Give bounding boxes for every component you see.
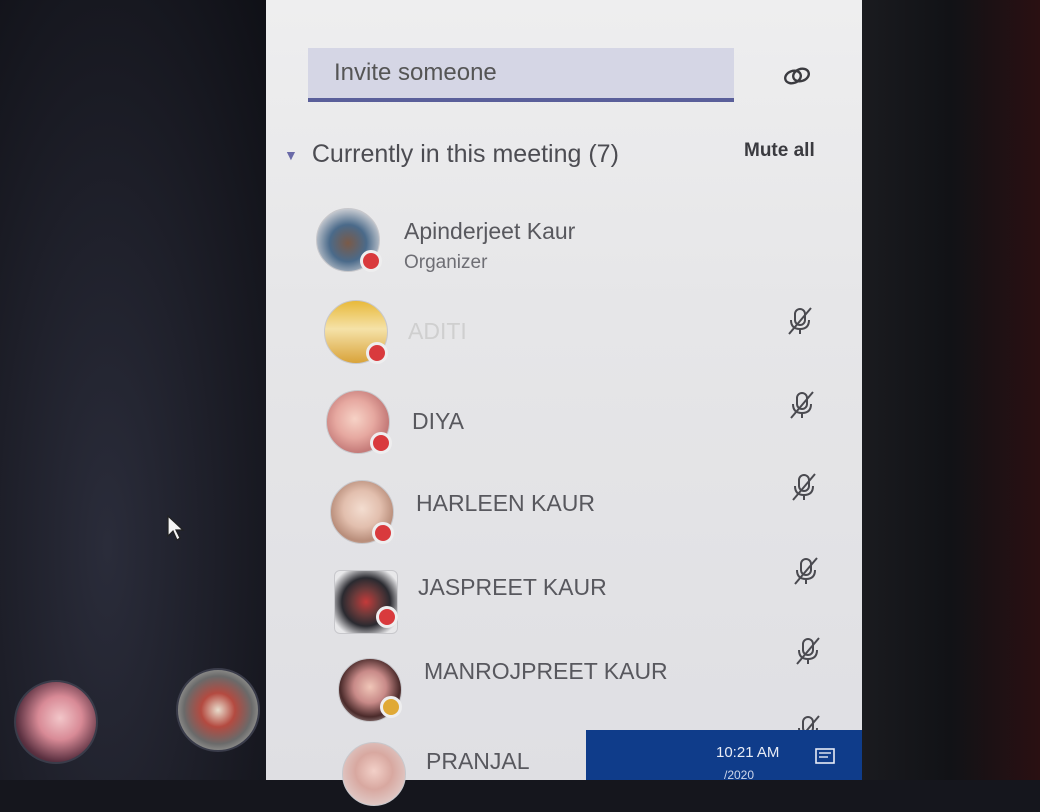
status-busy-indicator bbox=[370, 432, 392, 454]
screen-bezel bbox=[862, 0, 1040, 780]
mouse-cursor-icon bbox=[167, 514, 185, 541]
section-heading: Currently in this meeting (7) bbox=[311, 140, 619, 168]
participant-row[interactable]: Apinderjeet Kaur Organizer bbox=[316, 208, 836, 278]
participant-row[interactable]: DIYA bbox=[316, 390, 836, 460]
status-away-indicator bbox=[380, 696, 402, 718]
participant-row[interactable]: MANROJPREET KAUR bbox=[316, 637, 836, 728]
participant-role: Organizer bbox=[404, 252, 488, 273]
participant-name: DIYA bbox=[412, 408, 464, 434]
notification-icon[interactable] bbox=[814, 746, 836, 768]
participant-name: HARLEEN KAUR bbox=[416, 490, 595, 516]
participant-name: JASPREET KAUR bbox=[418, 574, 607, 600]
participant-name: Apinderjeet Kaur bbox=[404, 218, 576, 244]
avatar bbox=[342, 742, 406, 806]
status-busy-indicator bbox=[372, 522, 394, 544]
participant-name: PRANJAL bbox=[426, 748, 530, 774]
mic-off-icon[interactable] bbox=[792, 556, 820, 586]
participants-section-toggle[interactable]: ▼ Currently in this meeting (7) bbox=[284, 140, 619, 169]
link-icon[interactable] bbox=[782, 64, 812, 88]
caret-down-icon: ▼ bbox=[284, 146, 298, 163]
mic-off-icon[interactable] bbox=[790, 472, 818, 502]
status-busy-indicator bbox=[366, 342, 388, 364]
participant-name: ADITI bbox=[408, 318, 467, 344]
windows-taskbar: 10:21 AM /2020 bbox=[586, 730, 862, 782]
participant-row[interactable]: HARLEEN KAUR bbox=[316, 473, 836, 550]
participant-row[interactable]: ADITI bbox=[316, 300, 836, 370]
taskbar-clock[interactable]: 10:21 AM bbox=[716, 744, 779, 761]
status-busy-indicator bbox=[360, 250, 382, 272]
participant-video-tile[interactable] bbox=[176, 668, 260, 752]
invite-placeholder: Invite someone bbox=[334, 59, 497, 86]
participant-name: MANROJPREET KAUR bbox=[424, 658, 668, 684]
mic-off-icon[interactable] bbox=[786, 306, 814, 336]
mic-off-icon[interactable] bbox=[794, 636, 822, 666]
participant-row[interactable]: JASPREET KAUR bbox=[316, 557, 836, 640]
participant-video-tile[interactable] bbox=[14, 680, 98, 764]
meeting-stage bbox=[0, 0, 268, 780]
participants-panel: Invite someone ▼ Currently in this meeti… bbox=[266, 0, 862, 806]
mute-all-button[interactable]: Mute all bbox=[744, 140, 815, 162]
mic-off-icon[interactable] bbox=[788, 390, 816, 420]
invite-someone-input[interactable]: Invite someone bbox=[308, 48, 734, 102]
status-busy-indicator bbox=[376, 606, 398, 628]
